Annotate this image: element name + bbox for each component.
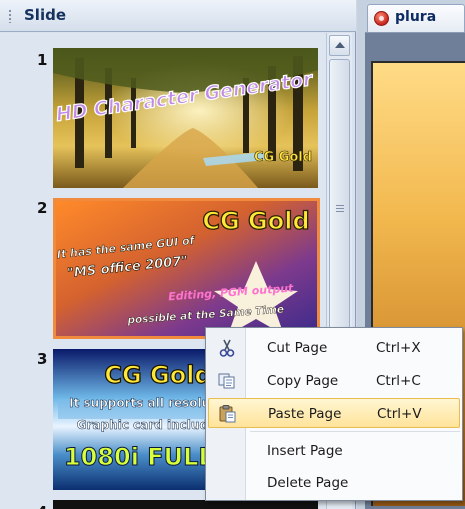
menu-item-label: Cut Page <box>267 340 328 356</box>
menu-item-paste-page[interactable]: Paste Page Ctrl+V <box>208 398 460 428</box>
scrollbar-grip-icon <box>336 205 344 212</box>
slide-2-image: CG Gold It has the same GUI of "MS offic… <box>56 201 317 336</box>
svg-text:CG Gold: CG Gold <box>254 150 312 165</box>
menu-item-shortcut: Ctrl+V <box>377 406 422 422</box>
app-logo-icon <box>374 11 389 26</box>
panel-grip-icon[interactable] <box>8 9 12 23</box>
copy-icon <box>217 372 237 390</box>
context-menu: Cut Page Ctrl+X Copy Page Ctrl+C Paste P… <box>205 327 463 501</box>
scroll-up-button[interactable] <box>329 35 350 56</box>
menu-item-shortcut: Ctrl+C <box>376 373 421 389</box>
scissors-icon <box>217 339 237 357</box>
slide-number: 3 <box>37 350 48 368</box>
svg-text:CG Gold: CG Gold <box>104 361 211 389</box>
menu-separator <box>250 431 460 432</box>
slide-panel-title: Slide <box>24 6 66 24</box>
menu-item-label: Insert Page <box>267 443 343 459</box>
menu-item-cut-page[interactable]: Cut Page Ctrl+X <box>208 333 460 363</box>
document-tab-label: plura <box>395 9 437 25</box>
scrollbar-thumb[interactable] <box>329 59 350 369</box>
menu-item-insert-page[interactable]: Insert Page <box>208 436 460 466</box>
slide-1-image: HD Character Generator CG Gold <box>53 48 318 188</box>
menu-item-copy-page[interactable]: Copy Page Ctrl+C <box>208 366 460 396</box>
menu-item-shortcut: Ctrl+X <box>376 340 421 356</box>
paste-icon <box>218 405 238 423</box>
slide-number: 4 <box>37 503 47 509</box>
slide-panel-header: Slide <box>0 0 356 32</box>
menu-item-label: Delete Page <box>267 475 349 491</box>
slide-thumbnail-4[interactable] <box>53 500 318 509</box>
svg-text:CG Gold: CG Gold <box>202 207 309 235</box>
menu-item-label: Paste Page <box>268 406 342 422</box>
slide-number: 2 <box>37 199 48 217</box>
menu-item-label: Copy Page <box>267 373 339 389</box>
document-tab[interactable]: plura <box>367 4 465 32</box>
slide-thumbnail-2-selected[interactable]: CG Gold It has the same GUI of "MS offic… <box>53 198 320 339</box>
slide-thumbnail-1[interactable]: HD Character Generator CG Gold <box>53 48 318 188</box>
slide-number: 1 <box>37 51 48 69</box>
menu-item-delete-page[interactable]: Delete Page <box>208 468 460 498</box>
